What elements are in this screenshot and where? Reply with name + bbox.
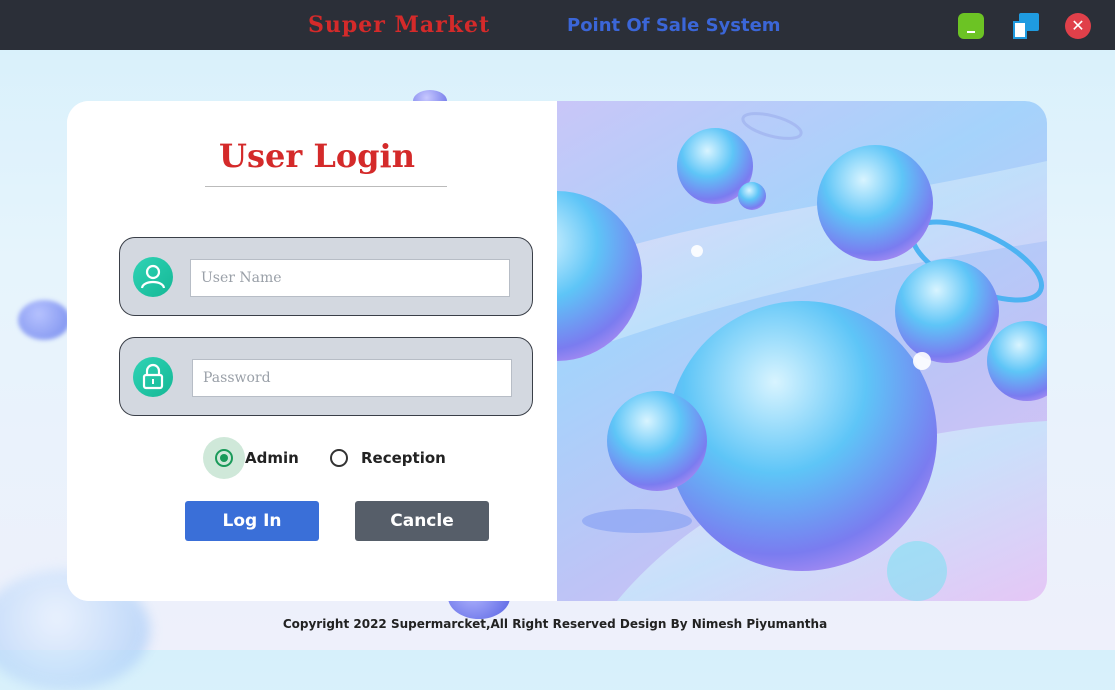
app-name: Super Market xyxy=(308,12,491,38)
close-icon[interactable]: ✕ xyxy=(1065,13,1091,39)
password-panel xyxy=(119,337,533,416)
username-input[interactable] xyxy=(190,259,510,297)
background-bubble xyxy=(18,300,70,340)
radio-unselected-icon xyxy=(330,449,348,467)
title-bar: Super Market Point Of Sale System ✕ xyxy=(0,0,1115,50)
app-subtitle: Point Of Sale System xyxy=(567,15,781,36)
admin-label: Admin xyxy=(245,449,299,467)
role-selector: Admin Reception xyxy=(67,437,557,479)
cancel-button[interactable]: Cancle xyxy=(355,501,489,541)
lock-icon xyxy=(133,357,173,397)
decorative-bubbles-image xyxy=(557,101,1047,601)
minimize-icon[interactable] xyxy=(958,13,984,39)
login-form: User Login User Name Admin Reception Log… xyxy=(67,101,557,601)
login-button[interactable]: Log In xyxy=(185,501,319,541)
login-title: User Login xyxy=(219,137,415,175)
copyright-footer: Copyright 2022 Supermarcket,All Right Re… xyxy=(282,617,828,631)
username-panel xyxy=(119,237,533,316)
password-input[interactable] xyxy=(192,359,512,397)
user-icon xyxy=(133,257,173,297)
login-card: User Login User Name Admin Reception Log… xyxy=(67,101,1047,601)
maximize-icon[interactable] xyxy=(1013,13,1039,39)
title-divider xyxy=(205,186,447,187)
reception-label: Reception xyxy=(361,449,446,467)
radio-selected-icon xyxy=(215,449,233,467)
